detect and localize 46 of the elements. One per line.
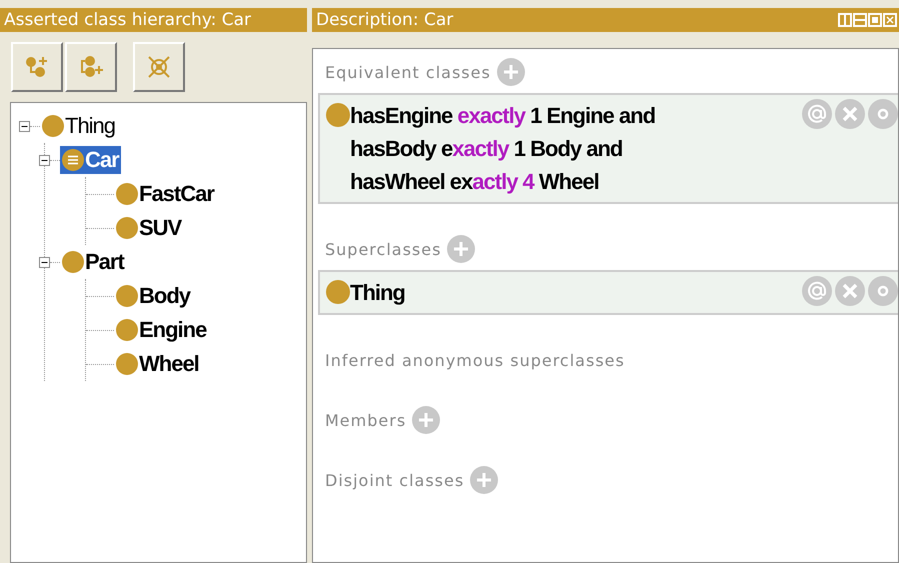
section-title: Equivalent classes [325, 62, 491, 82]
class-icon [326, 280, 350, 304]
collapse-toggle[interactable] [19, 120, 30, 132]
close-icon[interactable] [883, 13, 897, 27]
delete-class-icon [146, 54, 172, 80]
add-icon[interactable] [447, 235, 476, 263]
edit-icon[interactable] [868, 99, 898, 129]
add-icon[interactable] [470, 466, 498, 494]
expression-line: hasBody exactly 1 Body and [350, 135, 624, 163]
add-sibling-button[interactable] [65, 42, 117, 92]
tree-item[interactable]: Thing [40, 112, 118, 140]
tree-item[interactable]: Wheel [114, 350, 201, 378]
expression-line: hasEngine exactly 1 Engine and [350, 102, 656, 130]
delete-class-button[interactable] [133, 42, 185, 92]
annotate-icon[interactable] [802, 276, 832, 306]
collapse-toggle[interactable] [39, 154, 50, 166]
panel-title: Description: Car [316, 9, 454, 32]
collapse-toggle[interactable] [39, 256, 50, 268]
split-vertical-icon[interactable] [838, 13, 852, 27]
tree-item[interactable]: FastCar [114, 180, 216, 208]
tree-item[interactable]: Part [60, 248, 126, 276]
expression-line: Thing [350, 279, 406, 307]
section-title: Members [325, 410, 406, 430]
add-icon[interactable] [496, 58, 525, 86]
class-expression-frame[interactable]: hasEngine exactly 1 Engine and hasBody exactly 1 Body and hasWheel exactly 4 Wheel [318, 93, 898, 204]
add-sibling-icon [78, 54, 104, 80]
add-icon[interactable] [412, 406, 440, 434]
delete-icon[interactable] [835, 276, 865, 306]
class-expression-frame[interactable]: Thing [318, 270, 898, 315]
section-title: Disjoint classes [325, 470, 464, 490]
annotate-icon[interactable] [802, 99, 832, 129]
tree-item[interactable]: Body [114, 282, 192, 310]
tree-item[interactable]: SUV [114, 214, 184, 242]
panel-title: Asserted class hierarchy: Car [0, 8, 307, 32]
delete-icon[interactable] [835, 99, 865, 129]
section-title: Inferred anonymous superclasses [325, 350, 625, 370]
tree-item[interactable]: Car [60, 146, 121, 174]
section-title: Superclasses [325, 240, 442, 258]
expression-line: hasWheel exactly 4 Wheel [350, 168, 600, 196]
add-subclass-button[interactable] [11, 42, 63, 92]
add-subclass-icon [24, 54, 50, 80]
tree-item[interactable]: Engine [114, 316, 208, 344]
split-horizontal-icon[interactable] [853, 13, 867, 27]
class-icon [326, 103, 350, 127]
maximize-icon[interactable] [868, 13, 882, 27]
edit-icon[interactable] [868, 276, 898, 306]
